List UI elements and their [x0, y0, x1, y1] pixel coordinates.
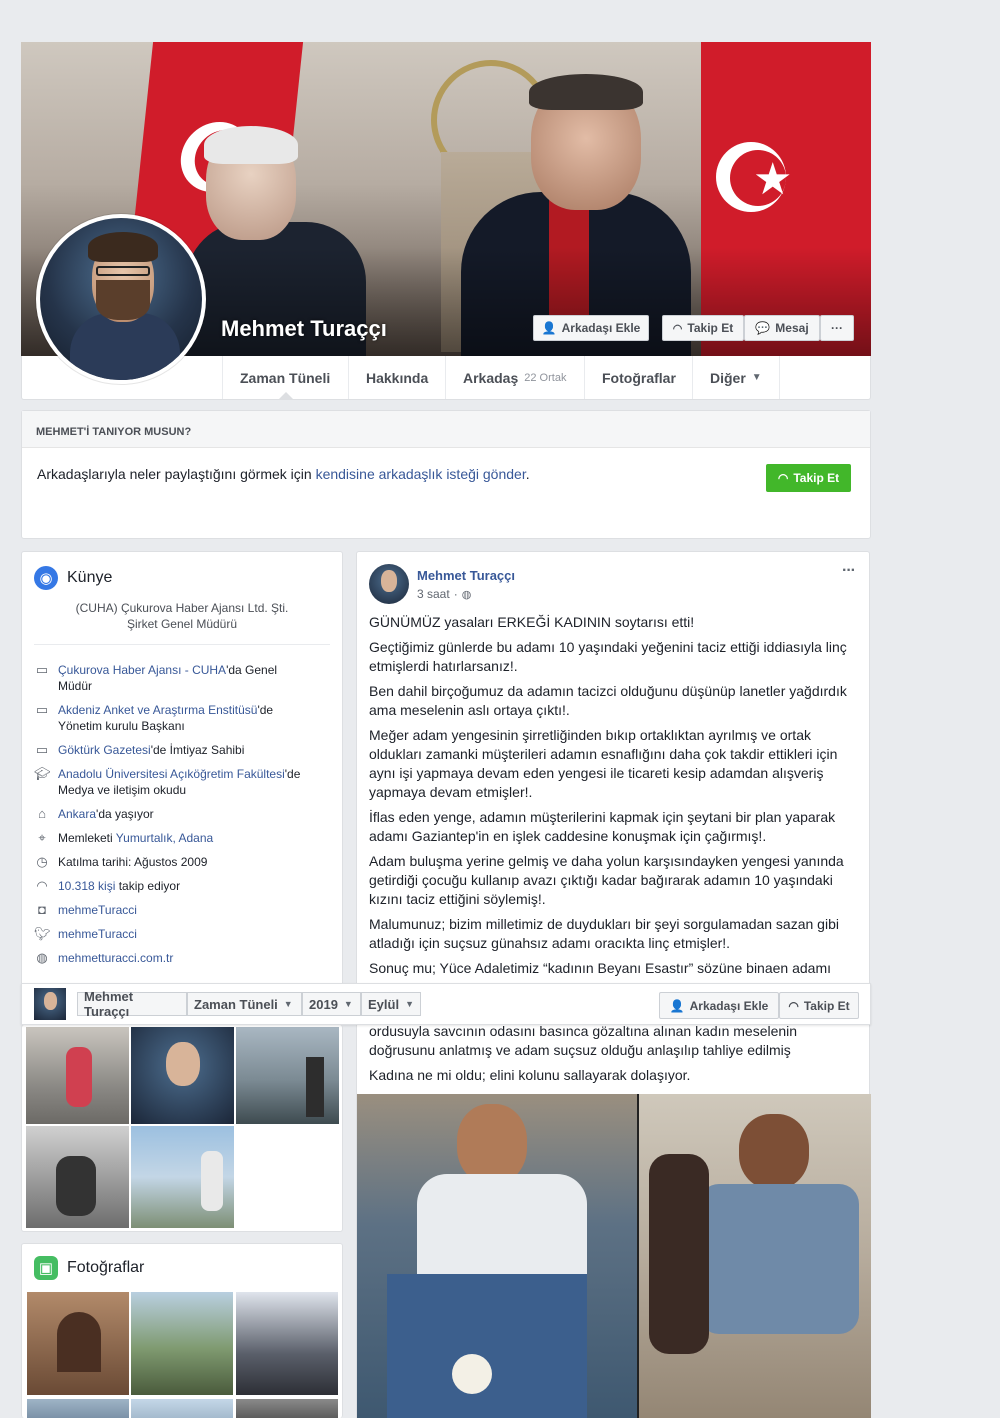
sticky-follow-button[interactable]: ◠ Takip Et — [779, 992, 859, 1019]
intro-item-joined: ◷ Katılma tarihi: Ağustos 2009 — [34, 854, 334, 870]
timeline-selector[interactable]: Zaman Tüneli ▼ — [187, 992, 302, 1016]
post-image-left — [357, 1094, 637, 1418]
twitter-icon: 🐦︎ — [34, 926, 51, 941]
sticky-name[interactable]: Mehmet Turaççı — [77, 989, 187, 1019]
photo-thumbnail[interactable] — [131, 1292, 233, 1395]
briefcase-icon: ▭ — [35, 702, 49, 717]
post-paragraph: ordusuyla savcının odasını basınca gözal… — [369, 1023, 798, 1058]
intro-item-work-cuha: ▭ Çukurova Haber Ajansı - CUHA'da Genel M… — [35, 662, 278, 693]
featured-photos-card — [21, 1025, 343, 1232]
featured-photo[interactable] — [26, 1126, 129, 1228]
profile-name[interactable]: Mehmet Turaççı — [221, 316, 387, 342]
add-friend-button[interactable]: 👤 Arkadaşı Ekle — [533, 315, 649, 341]
post-paragraph: Kadına ne mi oldu; elini kolunu sallayar… — [369, 1067, 691, 1083]
photo-thumbnail[interactable] — [27, 1292, 129, 1395]
featured-photo[interactable] — [131, 1126, 234, 1228]
graduation-cap-icon: 🎓︎ — [34, 766, 51, 781]
add-friend-icon: 👤 — [541, 321, 557, 335]
month-selector[interactable]: Eylül ▼ — [361, 992, 421, 1016]
post-paragraph: Sonuç mu; Yüce Adaletimiz “kadının Beyan… — [369, 960, 831, 976]
post-author-name[interactable]: Mehmet Turaççı — [417, 568, 515, 583]
instagram-icon: ◘ — [38, 902, 46, 917]
profile-picture[interactable] — [36, 214, 206, 384]
post-paragraph: Ben dahil birçoğumuz da adamın tacizci o… — [369, 683, 847, 718]
intro-divider — [34, 644, 330, 645]
know-description: Arkadaşlarıyla neler paylaştığını görmek… — [37, 466, 530, 482]
year-selector[interactable]: 2019 ▼ — [302, 992, 361, 1016]
photos-title[interactable]: ▣ Fotoğraflar — [34, 1256, 144, 1280]
message-button[interactable]: 💬 Mesaj — [744, 315, 820, 341]
chevron-down-icon: ▼ — [283, 999, 293, 1009]
chevron-down-icon: ▼ — [751, 372, 762, 383]
photo-thumbnail[interactable] — [131, 1399, 233, 1418]
sticky-add-friend-button[interactable]: 👤 Arkadaşı Ekle — [659, 992, 779, 1019]
sticky-avatar[interactable] — [34, 988, 66, 1020]
post-paragraph: Adam buluşma yerine gelmiş ve daha yolun… — [369, 853, 844, 907]
photo-thumbnail[interactable] — [236, 1399, 338, 1418]
globe-icon: ◉ — [34, 566, 58, 590]
post-author-avatar[interactable] — [369, 564, 409, 604]
photos-card: ▣ Fotoğraflar — [21, 1243, 343, 1418]
active-tab-indicator — [279, 392, 293, 399]
tab-more[interactable]: Diğer ▼ — [692, 356, 780, 399]
more-options-button[interactable]: ··· — [820, 315, 854, 341]
sticky-timeline-header: Mehmet Turaççı Zaman Tüneli ▼ 2019 ▼ Eyl… — [21, 983, 871, 1025]
post-options-button[interactable]: ··· — [842, 562, 856, 580]
briefcase-icon: ▭ — [35, 662, 49, 677]
rss-icon: ◠ — [777, 471, 789, 485]
intro-bio: (CUHA) Çukurova Haber Ajansı Ltd. Şti. Ş… — [75, 601, 289, 631]
post-paragraph: Meğer adam yengesinin şirretliğinden bık… — [369, 727, 838, 800]
intro-item-hometown: ⌖ Memleketi Yumurtalık, Adana — [34, 830, 334, 846]
intro-item-lives: ⌂ Ankara'da yaşıyor — [34, 806, 334, 822]
intro-item-followers: ◠ 10.318 kişi takip ediyor — [34, 878, 334, 894]
clock-icon: ◷ — [36, 854, 48, 869]
intro-item-work-akdeniz: ▭ Akdeniz Anket ve Araştırma Enstitüsü'd… — [35, 702, 274, 733]
tab-photos[interactable]: Fotoğraflar — [584, 356, 693, 399]
post-image[interactable] — [357, 1094, 871, 1418]
rss-icon: ◠ — [36, 878, 48, 893]
post-paragraph: GÜNÜMÜZ yasaları ERKEĞİ KADININ soytarıs… — [369, 614, 695, 630]
tab-friends[interactable]: Arkadaş 22 Ortak — [445, 356, 583, 399]
post-paragraph: İflas eden yenge, adamın müşterilerini k… — [369, 809, 836, 844]
intro-item-instagram: ◘ mehmeTuracci — [34, 902, 334, 918]
featured-photo[interactable] — [26, 1027, 129, 1124]
rss-icon: ◠ — [788, 998, 799, 1013]
know-heading: MEHMET'İ TANIYOR MUSUN? — [22, 411, 870, 448]
intro-item-work-gokturk: ▭ Göktürk Gazetesi'de İmtiyaz Sahibi — [35, 742, 245, 757]
follow-green-button[interactable]: ◠ Takip Et — [766, 464, 851, 492]
featured-photo[interactable] — [131, 1027, 234, 1124]
home-icon: ⌂ — [38, 806, 46, 821]
post-paragraph: Malumunuz; bizim milletimiz de duyduklar… — [369, 916, 839, 951]
post-timestamp[interactable]: 3 saat · ◍ — [417, 587, 471, 601]
map-pin-icon: ⌖ — [38, 830, 46, 845]
messenger-icon: 💬 — [755, 321, 771, 335]
add-friend-icon: 👤 — [669, 998, 685, 1013]
intro-item-twitter: 🐦︎ mehmeTuracci — [34, 926, 137, 941]
chevron-down-icon: ▼ — [343, 999, 353, 1009]
intro-card: ◉ Künye (CUHA) Çukurova Haber Ajansı Ltd… — [21, 551, 343, 991]
post-image-right — [639, 1094, 871, 1418]
know-them-card: MEHMET'İ TANIYOR MUSUN? Arkadaşlarıyla n… — [21, 410, 871, 539]
send-friend-request-link[interactable]: kendisine arkadaşlık isteği gönder — [316, 466, 526, 482]
photo-thumbnail[interactable] — [236, 1292, 338, 1395]
briefcase-icon: ▭ — [35, 742, 49, 757]
rss-icon: ◠ — [672, 322, 683, 335]
photos-icon: ▣ — [34, 1256, 58, 1280]
photo-thumbnail[interactable] — [27, 1399, 129, 1418]
intro-item-education: 🎓︎ Anadolu Üniversitesi Açıköğretim Fakü… — [34, 766, 301, 797]
intro-item-website: ◍ mehmetturacci.com.tr — [34, 950, 334, 966]
featured-photo[interactable] — [236, 1027, 339, 1124]
public-globe-icon: ◍ — [461, 588, 472, 601]
tab-about[interactable]: Hakkında — [348, 356, 445, 399]
follow-button[interactable]: ◠ Takip Et — [662, 315, 744, 341]
intro-title: ◉ Künye — [34, 566, 112, 590]
post-paragraph: Geçtiğimiz günlerde bu adamı 10 yaşındak… — [369, 639, 847, 674]
chevron-down-icon: ▼ — [405, 999, 414, 1009]
globe-icon: ◍ — [36, 950, 48, 965]
